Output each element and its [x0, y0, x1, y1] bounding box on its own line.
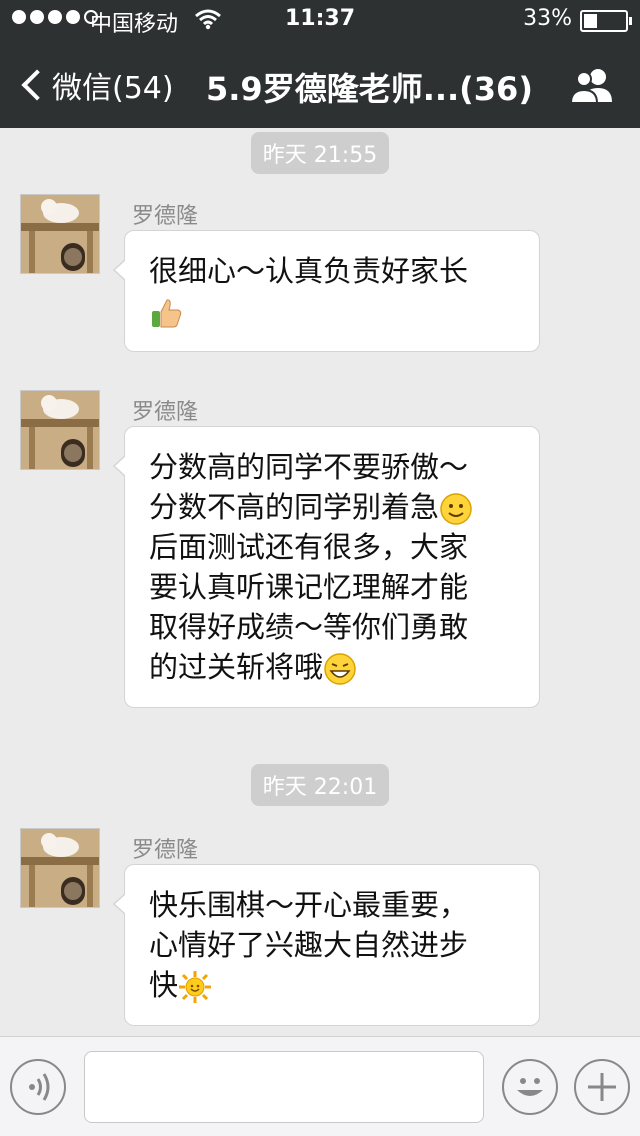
status-bar: 中国移动 11:37 33%: [0, 0, 640, 40]
emoji-button[interactable]: [502, 1059, 558, 1115]
voice-icon: [29, 1073, 50, 1101]
message-list[interactable]: 昨天 21:55 罗德隆 很细心～认真负责好家长 罗德隆 分数高的同学不要骄傲～…: [0, 128, 640, 1036]
thumbs-up-icon: [152, 299, 182, 328]
chat-title: 5.9罗德隆老师...(36): [206, 70, 533, 108]
sender-name: 罗德隆: [132, 838, 199, 863]
message-line: 分数高的同学不要骄傲～: [149, 450, 469, 484]
emoji-icon: [517, 1078, 543, 1096]
timestamp-label: 昨天 22:01: [250, 764, 390, 806]
battery-percent: 33%: [523, 6, 572, 31]
back-button[interactable]: 微信(54): [18, 62, 174, 108]
timestamp: 昨天 22:01: [0, 764, 640, 806]
smile-icon: [440, 493, 472, 525]
sender-name: 罗德隆: [132, 400, 199, 425]
message-line: 后面测试还有很多，大家: [149, 530, 469, 564]
group-members-icon[interactable]: [568, 66, 616, 106]
sender-name: 罗德隆: [132, 204, 199, 229]
message-line: 很细心～认真负责好家长: [149, 254, 469, 288]
voice-button[interactable]: [10, 1059, 66, 1115]
battery-fill: [584, 14, 597, 28]
message-item: 罗德隆 快乐围棋～开心最重要， 心情好了兴趣大自然进步 快: [0, 828, 640, 1028]
message-line: 要认真听课记忆理解才能: [149, 570, 469, 604]
sun-icon: [179, 971, 212, 1003]
message-bubble[interactable]: 很细心～认真负责好家长: [113, 230, 540, 352]
nav-bar: 微信(54) 5.9罗德隆老师...(36): [0, 40, 640, 128]
message-line: 的过关斩将哦: [149, 650, 324, 684]
message-item: 罗德隆 分数高的同学不要骄傲～ 分数不高的同学别着急 后面测试还有很多，大家 要…: [0, 390, 640, 710]
input-bar: [0, 1036, 640, 1136]
back-label: 微信(54): [52, 71, 174, 106]
avatar[interactable]: [20, 194, 100, 274]
battery-icon: [580, 10, 632, 32]
more-button[interactable]: [574, 1059, 630, 1115]
grin-icon: [324, 653, 356, 685]
message-item: 罗德隆 很细心～认真负责好家长: [0, 194, 640, 354]
timestamp-label: 昨天 21:55: [250, 132, 390, 174]
chat-screen: 中国移动 11:37 33% 微信(54) 5.9罗德隆老师...(36) 昨天…: [0, 0, 640, 1136]
message-line: 分数不高的同学别着急: [149, 490, 440, 524]
message-line: 取得好成绩～等你们勇敢: [149, 610, 469, 644]
chevron-left-icon: [21, 69, 53, 101]
plus-icon: [588, 1073, 616, 1101]
message-bubble[interactable]: 快乐围棋～开心最重要， 心情好了兴趣大自然进步 快: [113, 864, 540, 1026]
message-bubble[interactable]: 分数高的同学不要骄傲～ 分数不高的同学别着急 后面测试还有很多，大家 要认真听课…: [113, 426, 540, 708]
top-bar: 中国移动 11:37 33% 微信(54) 5.9罗德隆老师...(36): [0, 0, 640, 128]
message-line: 快: [149, 968, 179, 1002]
message-line: 快乐围棋～开心最重要，: [149, 888, 469, 922]
message-line: 心情好了兴趣大自然进步: [149, 928, 469, 962]
avatar[interactable]: [20, 828, 100, 908]
message-input[interactable]: [84, 1051, 484, 1123]
avatar[interactable]: [20, 390, 100, 470]
timestamp: 昨天 21:55: [0, 132, 640, 174]
